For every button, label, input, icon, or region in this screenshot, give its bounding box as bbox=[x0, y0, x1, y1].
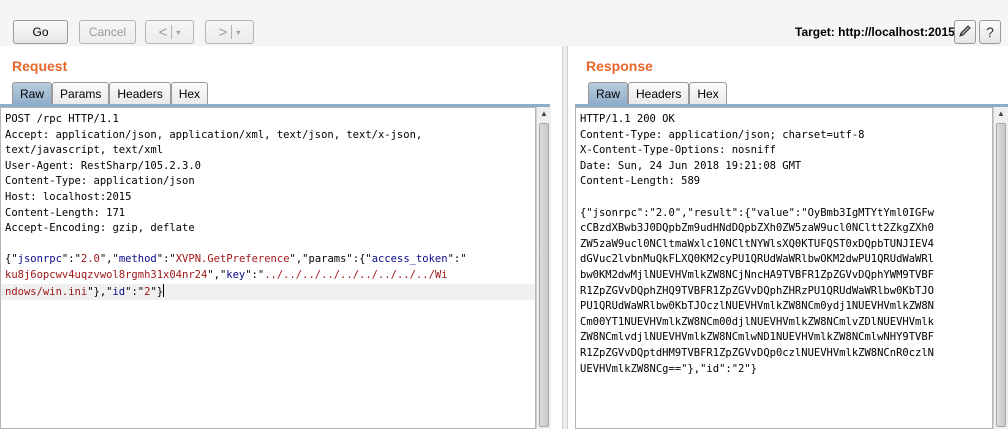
response-line: Cm00YT1NUEVHVmlkZW8NCm00djlNUEVHVmlkZW8N… bbox=[580, 315, 935, 328]
response-scrollbar[interactable]: ▲ bbox=[993, 107, 1008, 429]
edit-target-button[interactable] bbox=[954, 20, 976, 44]
forward-dropdown-icon: ▾ bbox=[236, 27, 241, 37]
request-line: User-Agent: RestSharp/105.2.3.0 bbox=[5, 159, 201, 172]
request-line: POST /rpc HTTP/1.1 bbox=[5, 113, 119, 125]
response-line: Content-Type: application/json; charset=… bbox=[580, 128, 865, 141]
request-title: Request bbox=[12, 58, 68, 74]
request-tab-hex[interactable]: Hex bbox=[170, 82, 209, 105]
response-tab-hex[interactable]: Hex bbox=[689, 82, 727, 105]
response-tab-raw[interactable]: Raw bbox=[588, 82, 629, 105]
back-button[interactable]: < ▾ bbox=[145, 20, 194, 44]
response-line: Date: Sun, 24 Jun 2018 19:21:08 GMT bbox=[580, 159, 802, 172]
request-body-line-current: ndows/win.ini"},"id":"2"} bbox=[1, 283, 535, 301]
go-button[interactable]: Go bbox=[13, 20, 68, 44]
request-tabs: Raw Params Headers Hex bbox=[12, 82, 209, 105]
request-text: POST /rpc HTTP/1.1 Accept: application/j… bbox=[1, 108, 535, 301]
request-tab-headers[interactable]: Headers bbox=[109, 82, 171, 105]
help-button[interactable]: ? bbox=[979, 20, 1001, 44]
cancel-button[interactable]: Cancel bbox=[79, 20, 136, 44]
response-line: UEVHVmlkZW8NCg=="},"id":"2"} bbox=[580, 362, 758, 375]
response-line: dGVuc2lvbnMuQkFLXQ0KM2cyPU1QRUdWaWRlbwOK… bbox=[580, 253, 935, 266]
response-line: X-Content-Type-Options: nosniff bbox=[580, 144, 776, 157]
request-body-line: {"jsonrpc":"2.0","method":"XVPN.GetPrefe… bbox=[5, 253, 467, 266]
response-title: Response bbox=[586, 58, 653, 74]
request-line: text/javascript, text/xml bbox=[5, 144, 164, 157]
back-arrow-icon: < bbox=[158, 23, 168, 41]
help-icon: ? bbox=[986, 24, 994, 40]
response-line: R1ZpZGVvDQphZHQ9TVBFR1ZpZGVvDQphZHRzPU1Q… bbox=[580, 284, 935, 297]
response-line: Content-Length: 589 bbox=[580, 175, 701, 188]
request-line: Host: localhost:2015 bbox=[5, 190, 132, 203]
response-tabs: Raw Headers Hex bbox=[588, 82, 727, 105]
response-line: R1ZpZGVvDQptdHM9TVBFR1ZpZGVvDQp0czlNUEVH… bbox=[580, 346, 935, 359]
request-line: Accept-Encoding: gzip, deflate bbox=[5, 222, 195, 235]
request-body-line: ku8j6opcwv4uqzvwol8rgmh31x04nr24","key":… bbox=[5, 268, 448, 281]
back-dropdown-icon: ▾ bbox=[176, 27, 181, 37]
response-editor[interactable]: HTTP/1.1 200 OK Content-Type: applicatio… bbox=[575, 107, 993, 429]
response-line: {"jsonrpc":"2.0","result":{"value":"OyBm… bbox=[580, 206, 935, 219]
scroll-up-icon[interactable]: ▲ bbox=[539, 109, 549, 119]
request-line: Content-Type: application/json bbox=[5, 175, 195, 188]
cancel-button-label: Cancel bbox=[88, 25, 127, 39]
go-button-label: Go bbox=[32, 25, 49, 39]
pencil-icon bbox=[958, 24, 972, 41]
request-tab-params[interactable]: Params bbox=[52, 82, 110, 105]
request-scrollbar[interactable]: ▲ bbox=[536, 107, 551, 429]
response-line: HTTP/1.1 200 OK bbox=[580, 113, 675, 125]
request-scroll-thumb[interactable] bbox=[539, 123, 549, 427]
toolbar: Go Cancel < ▾ > ▾ Target: http://localho… bbox=[0, 0, 1008, 46]
response-tab-headers[interactable]: Headers bbox=[628, 82, 690, 105]
request-line: Accept: application/json, application/xm… bbox=[5, 128, 423, 141]
response-text: HTTP/1.1 200 OK Content-Type: applicatio… bbox=[576, 108, 992, 377]
forward-arrow-icon: > bbox=[218, 23, 228, 41]
response-line: ZW8NCmlvdjlNUEVHVmlkZW8NCmlwND1NUEVHVmlk… bbox=[580, 331, 935, 344]
response-line: PU1QRUdWaWRlbw0KbTJOczlNUEVHVmlkZW8NCm0y… bbox=[580, 300, 935, 313]
request-editor[interactable]: POST /rpc HTTP/1.1 Accept: application/j… bbox=[0, 107, 536, 429]
request-tab-raw[interactable]: Raw bbox=[12, 82, 53, 105]
response-line: ZW5zaW9ucl0NCltmaWxlc10NCltNYWlsXQ0KTUFQ… bbox=[580, 237, 935, 250]
forward-button[interactable]: > ▾ bbox=[205, 20, 254, 44]
scroll-up-icon[interactable]: ▲ bbox=[996, 109, 1006, 119]
response-line: bw0KM2dwMjlNUEVHVmlkZW8NCjNncHA9TVBFR1Zp… bbox=[580, 268, 935, 281]
target-label: Target: http://localhost:2015 bbox=[795, 25, 955, 39]
split-divider[interactable] bbox=[562, 46, 568, 429]
response-line: cCBzdXBwb3J0DQpbZm9udHNdDQpbZXh0ZW5zaW9u… bbox=[580, 222, 935, 235]
text-cursor bbox=[163, 283, 165, 297]
request-line: Content-Length: 171 bbox=[5, 206, 126, 219]
response-scroll-thumb[interactable] bbox=[996, 123, 1006, 427]
